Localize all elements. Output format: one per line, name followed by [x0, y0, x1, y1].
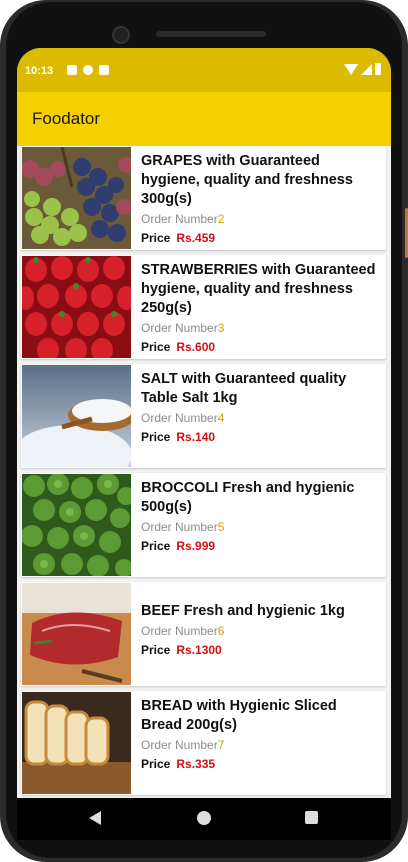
price-label: Price [141, 231, 171, 245]
navigation-bar [17, 798, 391, 840]
order-line: Order Number6 [141, 624, 381, 638]
price-value: Rs.1300 [176, 643, 222, 657]
order-label: Order Number [141, 520, 218, 534]
home-icon[interactable] [197, 811, 211, 825]
status-time: 10:13 [25, 65, 54, 77]
battery-icon [375, 63, 381, 75]
order-label: Order Number [141, 624, 218, 638]
order-line: Order Number2 [141, 212, 381, 226]
order-label: Order Number [141, 321, 218, 335]
price-label: Price [141, 539, 171, 553]
order-number: 2 [217, 212, 225, 226]
status-bar: 10:13 [17, 48, 391, 92]
order-line: Order Number7 [141, 738, 381, 752]
price-row: Price Rs.335 [141, 757, 381, 771]
recents-icon[interactable] [305, 811, 318, 824]
price-value: Rs.140 [176, 430, 216, 444]
list-item[interactable]: STRAWBERRIES with Guaranteed hygiene, qu… [21, 255, 386, 359]
list-item[interactable]: GRAPES with Guaranteed hygiene, quality … [21, 146, 386, 250]
salt-image [22, 365, 131, 467]
price-label: Price [141, 643, 171, 657]
price-value: Rs.459 [176, 231, 216, 245]
order-number: 7 [217, 738, 225, 752]
order-number: 4 [217, 411, 225, 425]
product-list[interactable]: GRAPES with Guaranteed hygiene, quality … [17, 146, 391, 798]
back-icon[interactable] [89, 811, 101, 825]
bread-image [22, 692, 131, 794]
price-label: Price [141, 757, 171, 771]
strawberries-image [22, 256, 131, 358]
order-label: Order Number [141, 738, 218, 752]
speaker-grille [156, 31, 266, 37]
order-number: 5 [217, 520, 225, 534]
order-label: Order Number [141, 411, 218, 425]
product-title: BEEF Fresh and hygienic 1kg [141, 603, 345, 619]
beef-image [22, 583, 131, 685]
notification-icon [83, 65, 93, 75]
order-line: Order Number5 [141, 520, 381, 534]
list-item[interactable]: BREAD with Hygienic Sliced Bread 200g(s)… [21, 691, 386, 795]
product-title: GRAPES with Guaranteed hygiene, quality … [141, 153, 353, 207]
product-title: STRAWBERRIES with Guaranteed hygiene, qu… [141, 262, 376, 316]
product-title: SALT with Guaranteed quality Table Salt … [141, 371, 347, 406]
phone-frame: 10:13 Foodator GRAPES with Guaranteed hy… [0, 0, 408, 862]
price-row: Price Rs.140 [141, 430, 381, 444]
price-value: Rs.600 [176, 340, 216, 354]
product-title: BROCCOLI Fresh and hygienic 500g(s) [141, 480, 355, 515]
camera-icon [112, 26, 130, 44]
list-item[interactable]: BEEF Fresh and hygienic 1kg Order Number… [21, 582, 386, 686]
price-value: Rs.335 [176, 757, 216, 771]
order-number: 3 [217, 321, 225, 335]
app-bar: Foodator [17, 92, 391, 146]
item-info: BEEF Fresh and hygienic 1kg Order Number… [141, 602, 381, 657]
order-label: Order Number [141, 212, 218, 226]
price-label: Price [141, 430, 171, 444]
price-row: Price Rs.459 [141, 231, 381, 245]
price-value: Rs.999 [176, 539, 216, 553]
price-row: Price Rs.600 [141, 340, 381, 354]
app-title: Foodator [32, 109, 101, 128]
order-number: 6 [217, 624, 225, 638]
item-info: BROCCOLI Fresh and hygienic 500g(s) Orde… [141, 479, 381, 553]
list-item[interactable]: BROCCOLI Fresh and hygienic 500g(s) Orde… [21, 473, 386, 577]
item-info: SALT with Guaranteed quality Table Salt … [141, 370, 381, 444]
order-line: Order Number3 [141, 321, 381, 335]
price-row: Price Rs.1300 [141, 643, 381, 657]
status-right [344, 63, 381, 75]
wifi-icon [344, 63, 358, 75]
price-label: Price [141, 340, 171, 354]
product-title: BREAD with Hygienic Sliced Bread 200g(s) [141, 698, 337, 733]
price-row: Price Rs.999 [141, 539, 381, 553]
list-item[interactable]: SALT with Guaranteed quality Table Salt … [21, 364, 386, 468]
item-info: STRAWBERRIES with Guaranteed hygiene, qu… [141, 261, 381, 354]
sd-card-icon [99, 65, 109, 75]
item-info: GRAPES with Guaranteed hygiene, quality … [141, 152, 381, 245]
signal-icon [361, 63, 372, 75]
item-info: BREAD with Hygienic Sliced Bread 200g(s)… [141, 697, 381, 771]
broccoli-image [22, 474, 131, 576]
screen: 10:13 Foodator GRAPES with Guaranteed hy… [17, 48, 391, 798]
grapes-image [22, 147, 131, 249]
notification-icon [67, 65, 77, 75]
order-line: Order Number4 [141, 411, 381, 425]
